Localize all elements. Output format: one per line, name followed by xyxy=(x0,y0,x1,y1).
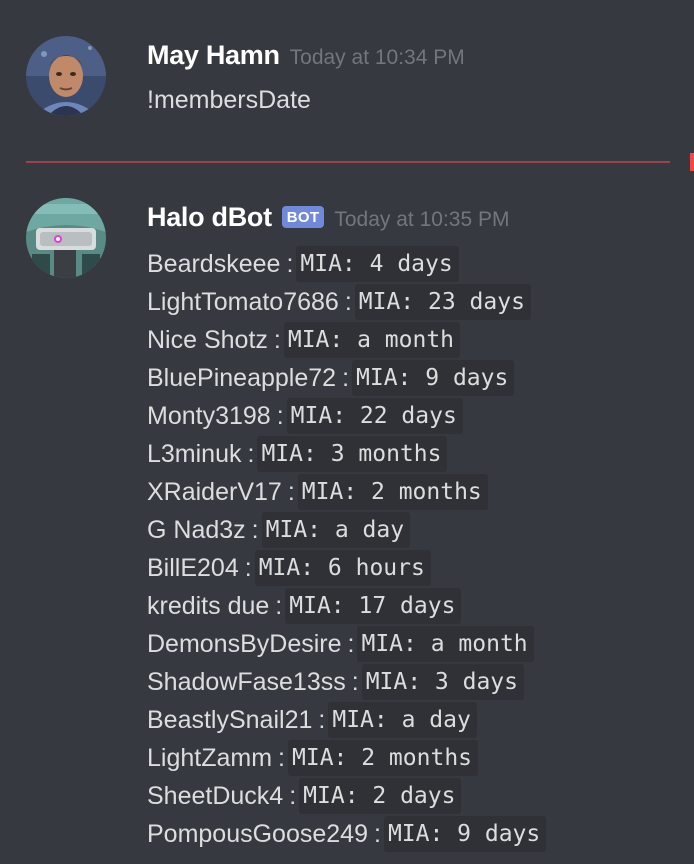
separator: : xyxy=(247,439,255,468)
mia-status-code: MIA: 17 days xyxy=(285,588,462,624)
list-item: BeastlySnail21: MIA: a day xyxy=(147,701,546,739)
list-item: PompousGoose249: MIA: 9 days xyxy=(147,815,547,853)
mia-status-code: MIA: 9 days xyxy=(383,816,547,852)
message-header: Halo dBot BOT Today at 10:35 PM xyxy=(147,202,509,233)
separator: : xyxy=(276,401,284,430)
mia-status-code: MIA: 2 days xyxy=(299,778,462,814)
bot-tag-badge: BOT xyxy=(281,206,325,228)
mia-status-code: MIA: 22 days xyxy=(286,398,463,434)
member-name: BeastlySnail21 xyxy=(147,705,313,734)
member-name: G Nad3z xyxy=(147,515,246,544)
mia-status-code: MIA: 6 hours xyxy=(254,550,431,586)
list-item: LightTomato7686: MIA: 23 days xyxy=(147,283,546,321)
member-name: L3minuk xyxy=(147,439,242,468)
mia-status-code: MIA: a month xyxy=(357,626,534,662)
separator: : xyxy=(373,819,381,848)
separator: : xyxy=(347,629,355,658)
list-item: BluePineapple72: MIA: 9 days xyxy=(147,359,546,397)
mia-status-code: MIA: 9 days xyxy=(352,360,515,396)
separator: : xyxy=(342,363,350,392)
list-item: Beardskeee: MIA: 4 days xyxy=(147,245,546,283)
mia-status-code: MIA: 4 days xyxy=(296,246,459,282)
list-item: XRaiderV17: MIA: 2 months xyxy=(147,473,546,511)
separator: : xyxy=(275,591,283,620)
separator: : xyxy=(286,249,294,278)
mia-status-code: MIA: 3 days xyxy=(361,664,525,700)
member-name: PompousGoose249 xyxy=(147,819,368,848)
bot-response-list: Beardskeee: MIA: 4 days LightTomato7686: MI… xyxy=(147,245,547,853)
member-name: Nice Shotz xyxy=(147,325,268,354)
list-item: SheetDuck4: MIA: 2 days xyxy=(147,777,546,815)
mia-status-code: MIA: a month xyxy=(283,322,461,358)
message-bot: Halo dBot BOT Today at 10:35 PM Beardske… xyxy=(0,0,694,864)
list-item: LightZamm: MIA: 2 months xyxy=(147,739,546,777)
list-item: Monty3198: MIA: 22 days xyxy=(147,397,546,435)
member-name: Monty3198 xyxy=(147,401,271,430)
list-item: ShadowFase13ss: MIA: 3 days xyxy=(147,663,546,701)
separator: : xyxy=(251,515,259,544)
list-item: Nice Shotz: MIA: a month xyxy=(147,321,546,359)
separator: : xyxy=(344,287,352,316)
member-name: SheetDuck4 xyxy=(147,781,284,810)
member-name: DemonsByDesire xyxy=(147,629,342,658)
member-name: XRaiderV17 xyxy=(147,477,282,506)
separator: : xyxy=(287,477,295,506)
member-name: LightTomato7686 xyxy=(147,287,339,316)
list-item: kredits due: MIA: 17 days xyxy=(147,587,546,625)
member-name: BluePineapple72 xyxy=(147,363,337,392)
separator: : xyxy=(244,553,252,582)
member-name: LightZamm xyxy=(147,743,273,772)
separator: : xyxy=(351,667,359,696)
list-item: DemonsByDesire: MIA: a month xyxy=(147,625,546,663)
member-name: Beardskeee xyxy=(147,249,281,278)
member-name: kredits due xyxy=(147,591,270,620)
timestamp: Today at 10:35 PM xyxy=(334,208,510,231)
list-item: L3minuk: MIA: 3 months xyxy=(147,435,546,473)
mia-status-code: MIA: a day xyxy=(328,702,477,738)
separator: : xyxy=(278,743,285,772)
bot-username[interactable]: Halo dBot xyxy=(147,202,272,233)
member-name: BillE204 xyxy=(147,553,239,582)
mia-status-code: MIA: 2 months xyxy=(297,474,488,510)
member-name: ShadowFase13ss xyxy=(147,667,346,696)
mia-status-code: MIA: 2 months xyxy=(288,740,479,776)
mia-status-code: MIA: a day xyxy=(261,512,411,548)
mia-status-code: MIA: 23 days xyxy=(354,284,531,320)
separator: : xyxy=(318,705,326,734)
list-item: BillE204: MIA: 6 hours xyxy=(147,549,546,587)
list-item: G Nad3z: MIA: a day xyxy=(147,511,546,549)
separator: : xyxy=(273,325,281,354)
bot-avatar-icon[interactable] xyxy=(26,198,106,278)
mia-status-code: MIA: 3 months xyxy=(257,436,448,472)
separator: : xyxy=(289,781,297,810)
